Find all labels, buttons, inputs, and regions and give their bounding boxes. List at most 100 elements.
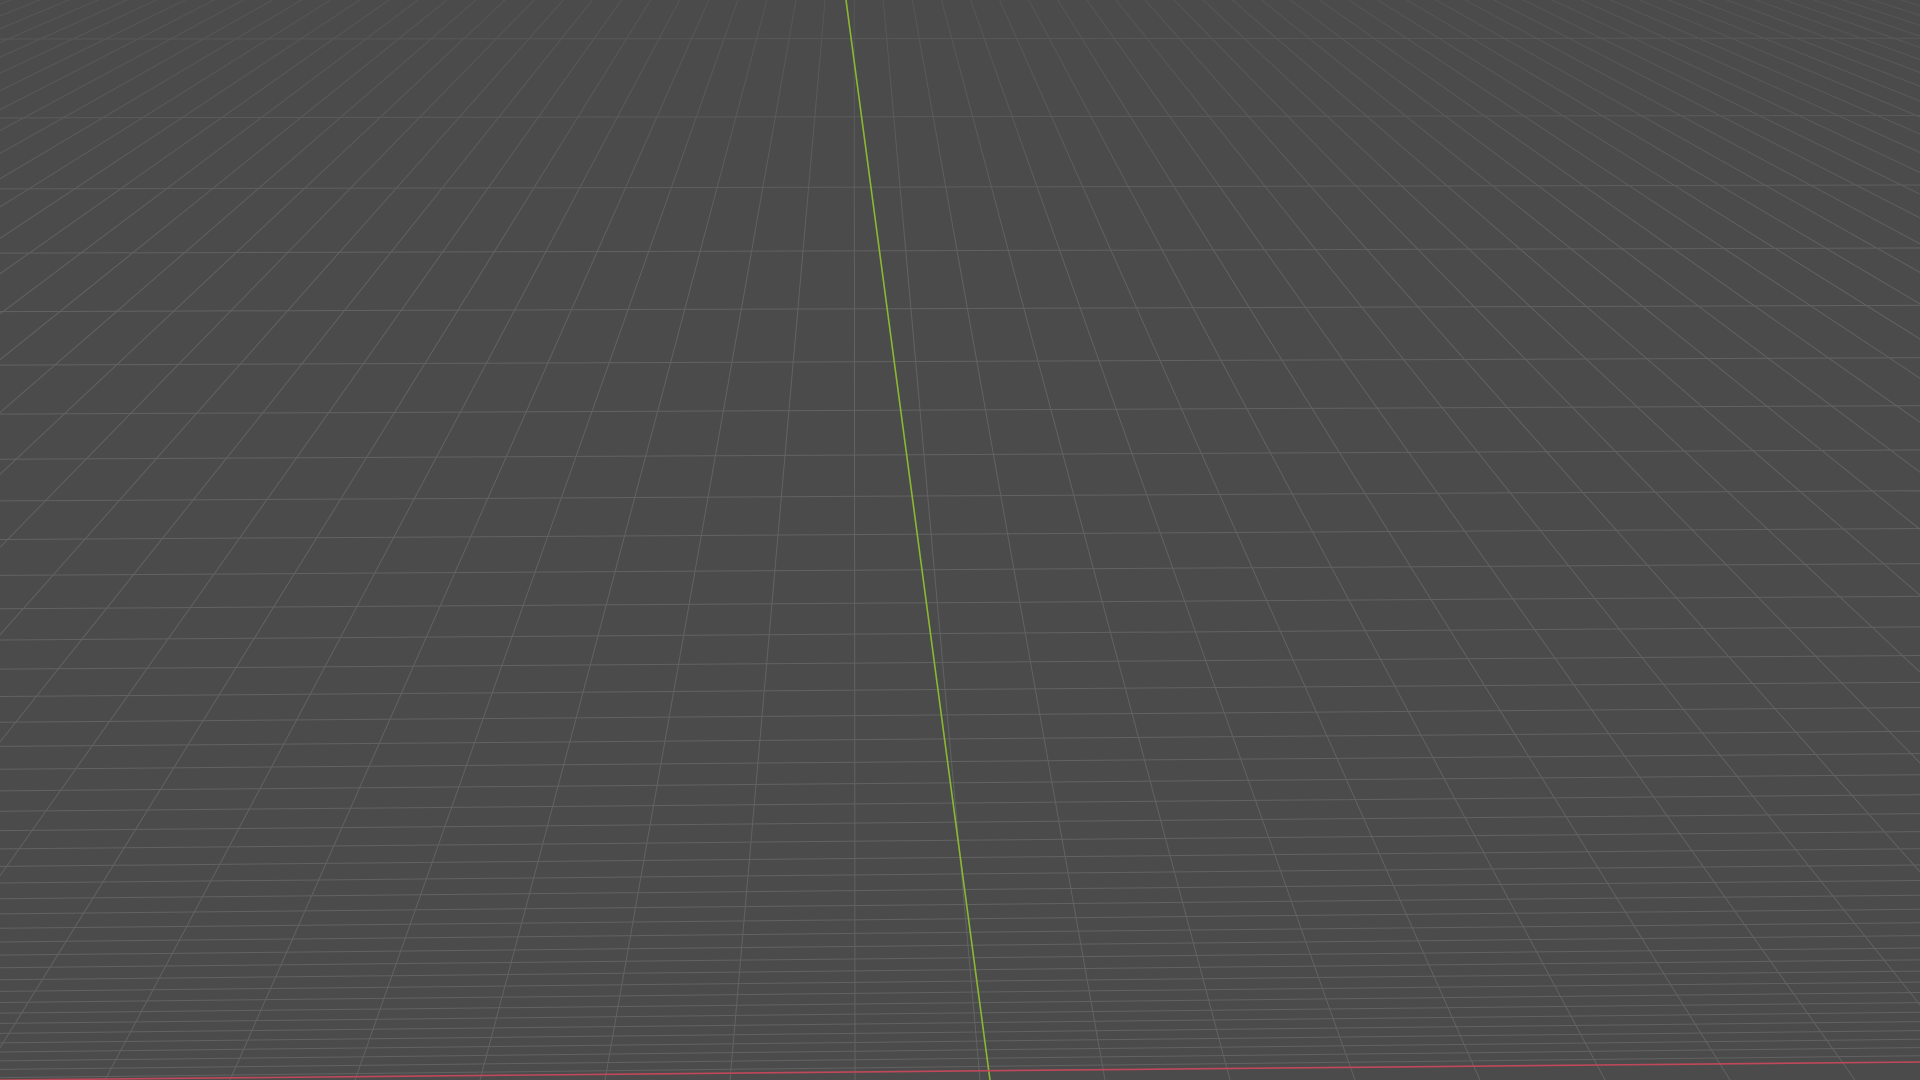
grid-line-lateral bbox=[1522, 0, 1920, 195]
grid-line-lateral bbox=[1130, 0, 1920, 1080]
grid-line-lateral bbox=[1376, 0, 1920, 340]
grid-line-lateral bbox=[0, 0, 500, 1080]
grid-line-lateral bbox=[354, 0, 739, 1080]
grid-line-lateral bbox=[0, 0, 602, 1080]
grid-line-lateral bbox=[1754, 0, 1920, 61]
grid-line-lateral bbox=[0, 0, 512, 1080]
grid-line-lateral bbox=[1289, 0, 1920, 473]
grid-line-lateral bbox=[0, 0, 187, 92]
grid-line-depth bbox=[0, 655, 1920, 670]
grid-line-lateral bbox=[1841, 0, 1920, 26]
grid-line-lateral bbox=[1082, 0, 1920, 1080]
grid-line-lateral bbox=[1696, 0, 1920, 87]
grid-line-depth bbox=[0, 681, 1920, 698]
grid-line-lateral bbox=[0, 0, 158, 74]
grid-line-depth bbox=[0, 730, 1920, 747]
grid-line-depth bbox=[0, 626, 1920, 641]
grid-line-lateral bbox=[479, 0, 768, 1080]
grid-line-lateral bbox=[1142, 0, 1920, 1080]
grid-line-lateral bbox=[1434, 0, 1920, 273]
grid-line-lateral bbox=[1725, 0, 1920, 74]
viewport-canvas[interactable] bbox=[0, 0, 1920, 1080]
grid-line-lateral bbox=[1208, 0, 1920, 1080]
grid-line-lateral bbox=[0, 0, 626, 1080]
grid-line-depth bbox=[0, 864, 1920, 884]
grid-line-depth bbox=[0, 184, 1920, 190]
grid-line-lateral bbox=[1112, 0, 1920, 1080]
grid-line-lateral bbox=[0, 0, 129, 58]
grid-line-depth bbox=[0, 981, 1920, 1003]
grid-line-lateral bbox=[853, 0, 856, 1080]
grid-line-lateral bbox=[0, 0, 650, 1080]
grid-line-lateral bbox=[1184, 0, 1920, 1080]
grid-line-depth bbox=[0, 813, 1920, 832]
grid-line-lateral bbox=[0, 0, 656, 1080]
grid-line-depth bbox=[0, 114, 1920, 119]
grid-line-depth bbox=[0, 894, 1920, 915]
grid-line-lateral bbox=[0, 0, 524, 1080]
grid-line-depth bbox=[0, 1002, 1920, 1024]
grid-line-lateral bbox=[1347, 0, 1920, 379]
grid-line-lateral bbox=[1172, 0, 1920, 1080]
grid-line-lateral bbox=[1202, 0, 1920, 1080]
grid-line-lateral bbox=[0, 0, 506, 476]
grid-line-lateral bbox=[1580, 0, 1920, 153]
grid-line-depth bbox=[0, 563, 1920, 576]
grid-line-depth bbox=[0, 595, 1920, 610]
grid-line-lateral bbox=[1405, 0, 1920, 305]
grid-line-lateral bbox=[1160, 0, 1920, 1080]
grid-line-lateral bbox=[729, 0, 826, 1080]
3d-viewport[interactable] bbox=[0, 0, 1920, 1080]
grid-line-lateral bbox=[1166, 0, 1920, 1080]
grid-line-lateral bbox=[0, 0, 42, 17]
grid-line-depth bbox=[0, 1030, 1920, 1053]
grid-line-lateral bbox=[1609, 0, 1920, 135]
grid-line-depth bbox=[0, 1011, 1920, 1034]
grid-line-lateral bbox=[1493, 0, 1920, 219]
grid-line-lateral bbox=[0, 0, 245, 132]
grid-line-lateral bbox=[970, 0, 1356, 1080]
grid-line-depth bbox=[0, 1038, 1920, 1062]
grid-line-lateral bbox=[0, 0, 662, 1080]
grid-line-depth bbox=[0, 879, 1920, 900]
grid-line-depth bbox=[0, 970, 1920, 992]
grid-line-lateral bbox=[1124, 0, 1920, 1080]
grid-line-lateral bbox=[0, 0, 216, 111]
grid-line-lateral bbox=[0, 0, 530, 1080]
grid-line-depth bbox=[0, 37, 1920, 40]
grid-line-lateral bbox=[1783, 0, 1920, 49]
grid-line-lateral bbox=[0, 0, 71, 30]
grid-line-lateral bbox=[0, 0, 518, 1080]
grid-line-lateral bbox=[1638, 0, 1920, 118]
grid-line-lateral bbox=[1899, 0, 1920, 7]
grid-line-lateral bbox=[1088, 0, 1920, 1080]
grid-line-depth bbox=[0, 405, 1920, 415]
grid-line-lateral bbox=[1812, 0, 1920, 37]
grid-line-lateral bbox=[999, 0, 1481, 1080]
grid-line-lateral bbox=[0, 0, 564, 636]
grid-line-lateral bbox=[0, 0, 674, 1080]
grid-line-lateral bbox=[0, 0, 584, 1080]
grid-line-lateral bbox=[0, 0, 638, 1080]
grid-line-depth bbox=[0, 831, 1920, 850]
grid-line-depth bbox=[0, 935, 1920, 956]
grid-line-lateral bbox=[0, 0, 303, 180]
grid-line-lateral bbox=[0, 0, 620, 1080]
grid-line-lateral bbox=[1100, 0, 1920, 1080]
grid-line-lateral bbox=[0, 0, 12, 5]
grid-line-lateral bbox=[1318, 0, 1920, 423]
grid-line-lateral bbox=[1136, 0, 1920, 1080]
grid-line-lateral bbox=[0, 0, 590, 1080]
grid-line-lateral bbox=[0, 0, 632, 1080]
grid-line-depth bbox=[0, 992, 1920, 1014]
grid-line-depth bbox=[0, 357, 1920, 366]
grid-line-depth bbox=[0, 528, 1920, 541]
grid-line-lateral bbox=[0, 0, 390, 275]
grid-line-depth bbox=[0, 1021, 1920, 1044]
grid-line-lateral bbox=[0, 0, 608, 1080]
grid-line-lateral bbox=[1154, 0, 1920, 1080]
grid-line-depth bbox=[0, 959, 1920, 981]
grid-line-depth bbox=[0, 774, 1920, 792]
floor-grid bbox=[0, 0, 1920, 1080]
grid-line-lateral bbox=[1870, 0, 1920, 16]
